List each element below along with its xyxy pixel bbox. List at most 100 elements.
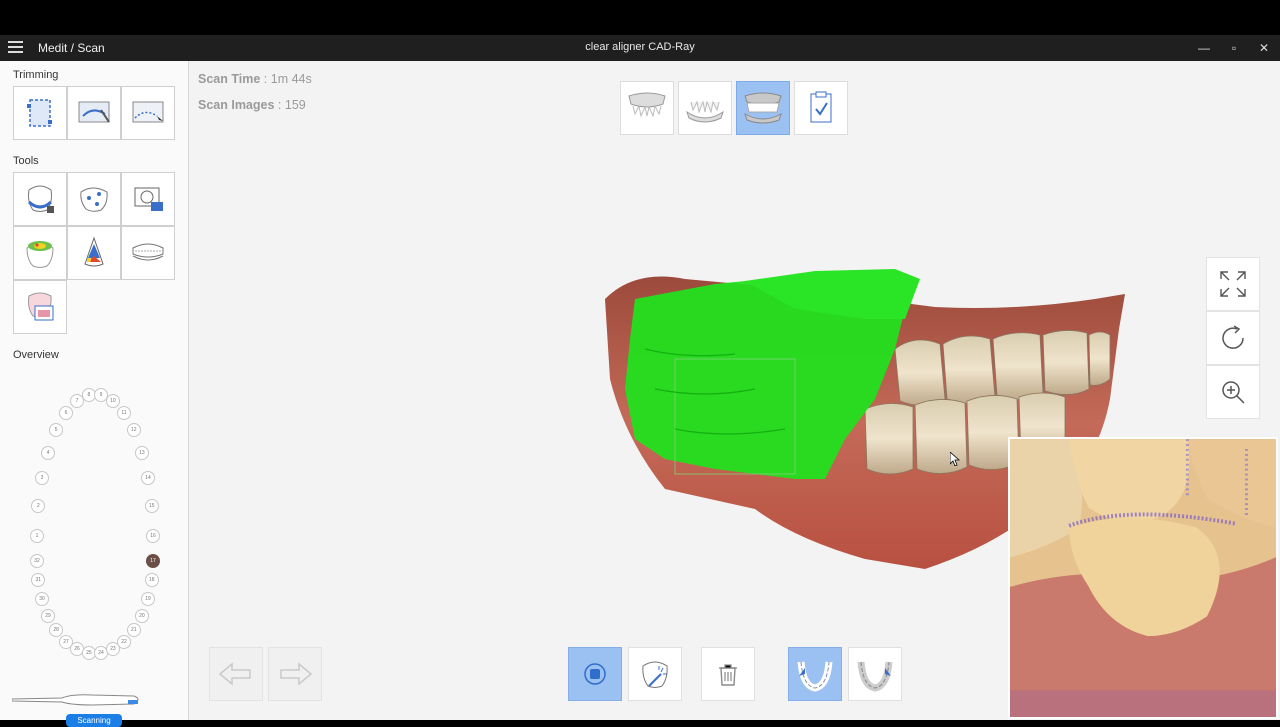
brush-trim-icon	[78, 101, 110, 123]
arch-outline-icon	[857, 661, 893, 692]
expand-icon	[1220, 271, 1246, 297]
ai-filter-button[interactable]	[628, 647, 682, 701]
scan-images-value: : 159	[277, 98, 306, 112]
delete-button[interactable]	[701, 647, 755, 701]
tooth-10[interactable]: 10	[105, 393, 120, 408]
tooth-15[interactable]: 15	[144, 499, 159, 514]
lasso-trim-icon	[132, 101, 163, 124]
stop-icon	[584, 663, 606, 685]
lower-jaw-icon	[686, 100, 724, 123]
upper-jaw-icon	[628, 92, 666, 118]
select-area-tool-button[interactable]	[12, 85, 67, 140]
zoom-in-button[interactable]	[1206, 365, 1260, 419]
tooth-31[interactable]: 31	[31, 573, 46, 588]
tooth-21[interactable]: 21	[126, 623, 141, 638]
mouse-cursor-icon	[950, 452, 960, 466]
view-tools	[1206, 257, 1260, 419]
tooth-points-icon	[79, 187, 108, 212]
tooth-22[interactable]: 22	[117, 634, 131, 649]
full-arch-button[interactable]	[788, 647, 842, 701]
tools-grid	[12, 171, 175, 334]
zoom-in-icon	[1222, 381, 1245, 404]
tooth-29[interactable]: 29	[41, 608, 56, 623]
tooth-overview-chart: 1 2 3 4 5 6 7 8 9 10 11 12 13 14 15 16 32 31 30 29 28 27 26 25 2…	[10, 379, 180, 661]
tooth-28[interactable]: 28	[49, 623, 64, 638]
color-map-tool-button[interactable]	[12, 225, 67, 280]
tooth-13[interactable]: 13	[134, 445, 149, 460]
tooth-14[interactable]: 14	[140, 471, 155, 486]
minimize-button[interactable]: —	[1193, 38, 1215, 58]
smile-design-tool-button[interactable]	[12, 279, 67, 334]
tooth-2[interactable]: 2	[31, 499, 46, 514]
occlusion-jaws-icon	[744, 92, 782, 124]
tooth-11[interactable]: 11	[117, 406, 131, 421]
tooth-3[interactable]: 3	[35, 471, 49, 486]
tooth-32[interactable]: 32	[30, 554, 44, 568]
scan-viewport[interactable]: Scan Time : 1m 44s Scan Images : 159	[190, 61, 1280, 720]
tab-occlusion[interactable]	[736, 81, 790, 135]
scanning-status-badge: Scanning	[66, 714, 122, 727]
close-button[interactable]: ✕	[1253, 38, 1275, 58]
undercut-icon	[83, 235, 104, 266]
tooth-magic-icon	[642, 661, 668, 688]
maximize-button[interactable]: ▫	[1223, 38, 1245, 58]
tab-maxilla[interactable]	[620, 81, 674, 135]
occlusion-tool-button[interactable]	[120, 225, 175, 280]
scan-time: Scan Time : 1m 44s	[198, 72, 312, 86]
tooth-6[interactable]: 6	[59, 406, 73, 421]
brush-trim-tool-button[interactable]	[66, 85, 121, 140]
tooth-12[interactable]: 12	[126, 423, 141, 438]
jaw-occlusion-icon	[132, 243, 163, 260]
tooth-20[interactable]: 20	[134, 608, 149, 623]
scan-stage-tabs	[620, 81, 848, 135]
title-bar: Medit / Scan clear aligner CAD-Ray — ▫ ✕	[0, 35, 1280, 61]
scan-time-label: Scan Time	[198, 72, 261, 86]
partial-arch-button[interactable]	[848, 647, 902, 701]
undo-arrow-icon	[218, 662, 251, 686]
undo-button[interactable]	[209, 647, 263, 701]
tooth-17[interactable]: 17	[146, 554, 160, 568]
scanner-device-icon	[12, 694, 139, 706]
overview-title: Overview	[13, 349, 59, 361]
clipboard-check-icon	[810, 91, 832, 123]
select-area-icon	[26, 98, 52, 127]
tooth-1[interactable]: 1	[30, 529, 44, 543]
tooth-4[interactable]: 4	[41, 445, 56, 460]
scan-images-label: Scan Images	[198, 98, 275, 112]
app-window: Medit / Scan clear aligner CAD-Ray — ▫ ✕…	[0, 35, 1280, 727]
hamburger-menu-icon[interactable]	[8, 41, 23, 54]
undercut-tool-button[interactable]	[66, 225, 121, 280]
tooth-19[interactable]: 19	[140, 591, 155, 606]
live-camera-view	[1008, 437, 1278, 719]
trimming-tools	[12, 85, 175, 140]
arch-icon	[797, 661, 833, 692]
lasso-trim-tool-button[interactable]	[120, 85, 175, 140]
fit-view-button[interactable]	[1206, 257, 1260, 311]
rotate-view-button[interactable]	[1206, 311, 1260, 365]
capture-tool-button[interactable]	[120, 171, 175, 226]
scan-time-value: : 1m 44s	[263, 72, 312, 86]
redo-button[interactable]	[268, 647, 322, 701]
tooth-18[interactable]: 18	[144, 573, 159, 588]
tools-title: Tools	[13, 155, 39, 167]
rotate-icon	[1222, 325, 1244, 349]
redo-arrow-icon	[280, 662, 313, 686]
app-name: Medit / Scan	[38, 41, 105, 55]
tooth-5[interactable]: 5	[49, 423, 64, 438]
camera-capture-icon	[134, 187, 163, 211]
scan-images: Scan Images : 159	[198, 98, 306, 112]
tab-mandible[interactable]	[678, 81, 732, 135]
left-sidebar: Trimming Tools Overview 1 2 3 4 5 6 7 8 …	[0, 61, 189, 727]
tooth-lock-icon	[27, 185, 54, 213]
tooth-16[interactable]: 16	[146, 529, 160, 543]
stop-scan-button[interactable]	[568, 647, 622, 701]
tooth-image-icon	[27, 292, 53, 320]
reliability-tool-button[interactable]	[66, 171, 121, 226]
trash-icon	[719, 664, 737, 686]
tooth-30[interactable]: 30	[35, 591, 49, 606]
tooth-colormap-icon	[25, 240, 54, 268]
window-title: clear aligner CAD-Ray	[585, 41, 695, 53]
lock-area-tool-button[interactable]	[12, 171, 67, 226]
tab-review[interactable]	[794, 81, 848, 135]
trimming-title: Trimming	[13, 69, 59, 81]
